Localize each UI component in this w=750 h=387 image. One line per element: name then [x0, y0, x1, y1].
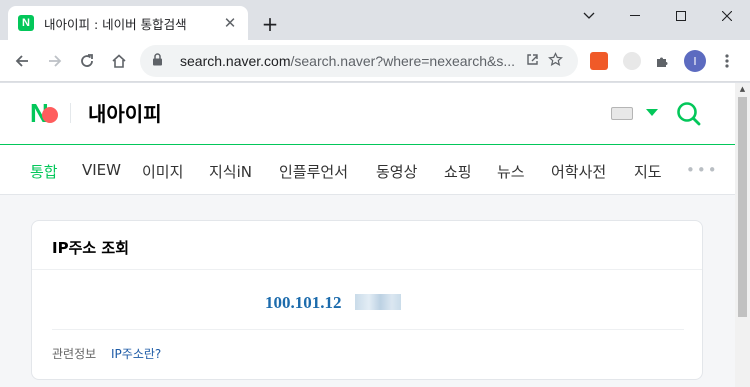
tab-title: 내아이피 : 네이버 통합검색: [44, 16, 187, 32]
ip-redaction-blur: [355, 294, 401, 310]
tab-map[interactable]: 지도: [634, 161, 662, 182]
extensions-puzzle-icon[interactable]: [650, 49, 674, 73]
tab-strip: N 내아이피 : 네이버 통합검색 ✕ +: [0, 0, 750, 40]
tab-shopping[interactable]: 쇼핑: [444, 161, 472, 182]
extension-shield-icon[interactable]: [623, 52, 641, 70]
page-scrollbar[interactable]: ▲: [735, 83, 750, 387]
new-tab-button[interactable]: +: [258, 12, 282, 36]
scrollbar-thumb[interactable]: [738, 97, 747, 317]
browser-window: N 내아이피 : 네이버 통합검색 ✕ + search.naver.com/s…: [0, 0, 750, 387]
search-category-tabs: 통합 VIEW 이미지 지식iN 인플루언서 동영상 쇼핑 뉴스 어학사전 지도…: [0, 145, 735, 195]
url-path: /search.naver?where=nexearch&s...: [290, 53, 516, 69]
tab-search-chevron-icon[interactable]: [566, 0, 612, 32]
naver-logo[interactable]: N: [30, 99, 60, 127]
tab-influencer[interactable]: 인플루언서: [279, 161, 348, 182]
browser-toolbar: search.naver.com/search.naver?where=nexe…: [0, 40, 750, 82]
chrome-menu-icon[interactable]: [715, 49, 739, 73]
url-text[interactable]: search.naver.com/search.naver?where=nexe…: [180, 53, 522, 69]
bookmark-star-icon[interactable]: [544, 51, 566, 71]
address-bar[interactable]: search.naver.com/search.naver?where=nexe…: [140, 45, 578, 77]
naver-search-page: N 내아이피 통합 VIEW 이미지 지식iN 인플루언서 동영상 쇼핑 뉴스 …: [0, 83, 735, 387]
tab-dictionary[interactable]: 어학사전: [551, 161, 606, 182]
autocomplete-toggle-icon[interactable]: [646, 109, 658, 116]
forward-button[interactable]: [43, 49, 67, 73]
naver-logo-deco-icon: [42, 107, 58, 123]
tab-close-icon[interactable]: ✕: [222, 14, 238, 32]
card-title: IP주소 조회: [52, 239, 129, 257]
browser-tab-active[interactable]: N 내아이피 : 네이버 통합검색 ✕: [8, 6, 248, 40]
tab-integrated[interactable]: 통합: [30, 161, 58, 182]
close-window-button[interactable]: [704, 0, 750, 32]
profile-avatar[interactable]: I: [684, 50, 706, 72]
back-button[interactable]: [10, 49, 34, 73]
extension-ex-icon[interactable]: [590, 52, 608, 70]
what-is-ip-link[interactable]: IP주소란?: [111, 345, 161, 362]
header-divider: [70, 103, 71, 123]
search-button[interactable]: [676, 101, 702, 127]
maximize-button[interactable]: [658, 0, 704, 32]
tab-images[interactable]: 이미지: [142, 161, 183, 182]
tab-view[interactable]: VIEW: [82, 161, 121, 179]
home-button[interactable]: [107, 49, 131, 73]
lock-icon[interactable]: [152, 53, 170, 69]
tab-video[interactable]: 동영상: [376, 161, 417, 182]
ip-lookup-card: IP주소 조회 100.101.12 관련정보 IP주소란?: [31, 220, 703, 380]
reload-button[interactable]: [75, 49, 99, 73]
minimize-button[interactable]: [612, 0, 658, 32]
keyboard-icon[interactable]: [611, 107, 633, 120]
url-host: search.naver.com: [180, 53, 291, 69]
ip-address-value: 100.101.12: [265, 293, 342, 312]
scroll-up-arrow-icon[interactable]: ▲: [738, 85, 747, 94]
tab-news[interactable]: 뉴스: [497, 161, 525, 182]
card-divider: [32, 269, 702, 270]
naver-favicon-icon: N: [18, 15, 34, 31]
card-divider-bottom: [52, 329, 684, 330]
related-info-label: 관련정보: [52, 347, 97, 361]
search-header: N 내아이피: [0, 83, 735, 145]
more-tabs-icon[interactable]: •••: [686, 161, 719, 179]
tab-knowledge-in[interactable]: 지식iN: [209, 161, 252, 182]
share-icon[interactable]: [522, 52, 544, 70]
search-query-input[interactable]: 내아이피: [88, 98, 162, 127]
